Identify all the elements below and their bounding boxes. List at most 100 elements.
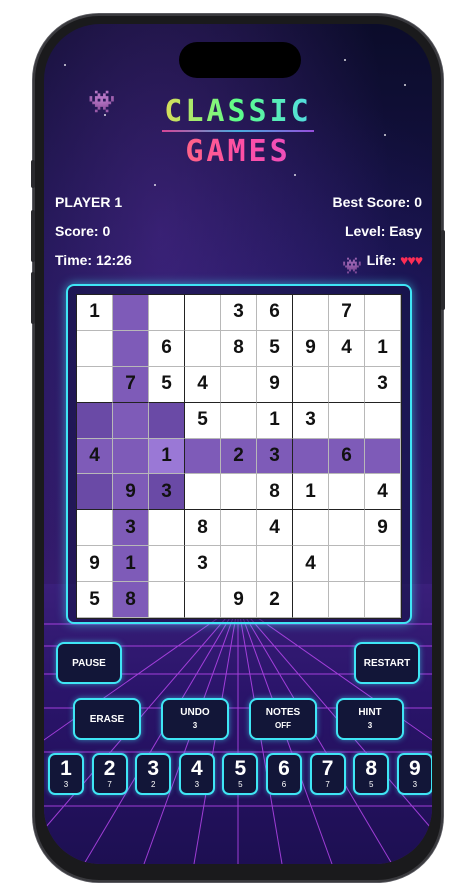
- board-cell-r9c5[interactable]: 9: [221, 582, 257, 618]
- board-cell-r2c2[interactable]: [113, 330, 149, 367]
- board-cell-r2c9[interactable]: 1: [365, 330, 401, 367]
- board-cell-r4c4[interactable]: 5: [185, 402, 221, 439]
- board-cell-r9c3[interactable]: [149, 582, 185, 618]
- board-cell-r2c8[interactable]: 4: [329, 330, 365, 367]
- number-key-1[interactable]: 13: [48, 753, 84, 795]
- pause-button[interactable]: PAUSE: [56, 642, 122, 684]
- board-cell-r8c9[interactable]: [365, 546, 401, 583]
- board-cell-r3c9[interactable]: 3: [365, 366, 401, 403]
- board-cell-r5c9[interactable]: [365, 438, 401, 475]
- board-cell-r9c1[interactable]: 5: [77, 582, 113, 618]
- board-cell-r8c6[interactable]: [257, 546, 293, 583]
- board-cell-r3c6[interactable]: 9: [257, 366, 293, 403]
- board-cell-r6c9[interactable]: 4: [365, 474, 401, 511]
- number-key-5[interactable]: 55: [222, 753, 259, 795]
- board-cell-r7c3[interactable]: [149, 510, 185, 547]
- number-key-9[interactable]: 93: [396, 753, 432, 795]
- board-cell-r5c5[interactable]: 2: [221, 438, 257, 475]
- volume-down-button: [31, 272, 35, 324]
- board-cell-r8c7[interactable]: 4: [293, 546, 329, 583]
- restart-button[interactable]: RESTART: [354, 642, 420, 684]
- board-cell-r6c1[interactable]: [77, 474, 113, 511]
- board-cell-r4c7[interactable]: 3: [293, 402, 329, 439]
- board-cell-r2c7[interactable]: 9: [293, 330, 329, 367]
- number-key-2[interactable]: 27: [91, 753, 128, 795]
- board-cell-r3c8[interactable]: [329, 366, 365, 403]
- board-cell-r4c6[interactable]: 1: [257, 402, 293, 439]
- number-key-3[interactable]: 32: [135, 753, 172, 795]
- board-cell-r3c1[interactable]: [77, 366, 113, 403]
- board-cell-r1c1[interactable]: 1: [77, 295, 113, 331]
- board-cell-r6c2[interactable]: 9: [113, 474, 149, 511]
- board-cell-r1c6[interactable]: 6: [257, 295, 293, 331]
- board-cell-r1c5[interactable]: 3: [221, 295, 257, 331]
- board-cell-r2c1[interactable]: [77, 330, 113, 367]
- board-cell-r2c5[interactable]: 8: [221, 330, 257, 367]
- board-cell-r3c2[interactable]: 7: [113, 366, 149, 403]
- board-cell-r7c7[interactable]: [293, 510, 329, 547]
- number-key-4[interactable]: 43: [178, 753, 215, 795]
- erase-button[interactable]: ERASE: [73, 698, 141, 740]
- board-cell-r5c2[interactable]: [113, 438, 149, 475]
- board-cell-r7c1[interactable]: [77, 510, 113, 547]
- board-cell-r5c7[interactable]: [293, 438, 329, 475]
- board-cell-r1c9[interactable]: [365, 295, 401, 331]
- notes-button[interactable]: NOTES OFF: [249, 698, 317, 740]
- board-cell-r1c2[interactable]: [113, 295, 149, 331]
- board-cell-r9c4[interactable]: [185, 582, 221, 618]
- board-cell-r1c4[interactable]: [185, 295, 221, 331]
- board-cell-r5c4[interactable]: [185, 438, 221, 475]
- board-cell-r8c8[interactable]: [329, 546, 365, 583]
- board-cell-r7c8[interactable]: [329, 510, 365, 547]
- board-cell-r8c4[interactable]: 3: [185, 546, 221, 583]
- board-cell-r9c2[interactable]: 8: [113, 582, 149, 618]
- board-cell-r7c6[interactable]: 4: [257, 510, 293, 547]
- board-cell-r2c4[interactable]: [185, 330, 221, 367]
- board-cell-r6c6[interactable]: 8: [257, 474, 293, 511]
- board-cell-r1c3[interactable]: [149, 295, 185, 331]
- board-cell-r6c3[interactable]: 3: [149, 474, 185, 511]
- board-cell-r7c4[interactable]: 8: [185, 510, 221, 547]
- number-key-digit: 5: [234, 757, 247, 780]
- board-cell-r6c4[interactable]: [185, 474, 221, 511]
- board-cell-r1c8[interactable]: 7: [329, 295, 365, 331]
- board-cell-r9c7[interactable]: [293, 582, 329, 618]
- board-cell-r5c3[interactable]: 1: [149, 438, 185, 475]
- board-cell-r7c2[interactable]: 3: [113, 510, 149, 547]
- board-cell-r4c5[interactable]: [221, 402, 257, 439]
- board-cell-r4c3[interactable]: [149, 402, 185, 439]
- board-cell-r5c1[interactable]: 4: [77, 438, 113, 475]
- board-cell-r2c6[interactable]: 5: [257, 330, 293, 367]
- board-cell-r5c8[interactable]: 6: [329, 438, 365, 475]
- board-cell-r8c5[interactable]: [221, 546, 257, 583]
- board-cell-r6c5[interactable]: [221, 474, 257, 511]
- number-key-6[interactable]: 66: [266, 753, 302, 795]
- board-cell-r1c7[interactable]: [293, 295, 329, 331]
- board-cell-r4c2[interactable]: [113, 402, 149, 439]
- number-key-remaining-count: 5: [238, 780, 243, 789]
- board-cell-r4c8[interactable]: [329, 402, 365, 439]
- board-cell-r3c5[interactable]: [221, 366, 257, 403]
- board-cell-r8c2[interactable]: 1: [113, 546, 149, 583]
- board-cell-r5c6[interactable]: 3: [257, 438, 293, 475]
- board-cell-r8c3[interactable]: [149, 546, 185, 583]
- number-key-7[interactable]: 77: [309, 753, 346, 795]
- board-cell-r9c9[interactable]: [365, 582, 401, 618]
- hint-button[interactable]: HINT 3: [336, 698, 404, 740]
- number-key-digit: 1: [60, 757, 72, 780]
- number-key-8[interactable]: 85: [353, 753, 390, 795]
- board-cell-r4c9[interactable]: [365, 402, 401, 439]
- board-cell-r9c8[interactable]: [329, 582, 365, 618]
- board-cell-r9c6[interactable]: 2: [257, 582, 293, 618]
- undo-button[interactable]: UNDO 3: [161, 698, 229, 740]
- board-cell-r6c8[interactable]: [329, 474, 365, 511]
- board-cell-r3c4[interactable]: 4: [185, 366, 221, 403]
- board-cell-r3c3[interactable]: 5: [149, 366, 185, 403]
- board-cell-r6c7[interactable]: 1: [293, 474, 329, 511]
- board-cell-r4c1[interactable]: [77, 402, 113, 439]
- board-cell-r3c7[interactable]: [293, 366, 329, 403]
- board-cell-r7c9[interactable]: 9: [365, 510, 401, 547]
- board-cell-r7c5[interactable]: [221, 510, 257, 547]
- board-cell-r8c1[interactable]: 9: [77, 546, 113, 583]
- board-cell-r2c3[interactable]: 6: [149, 330, 185, 367]
